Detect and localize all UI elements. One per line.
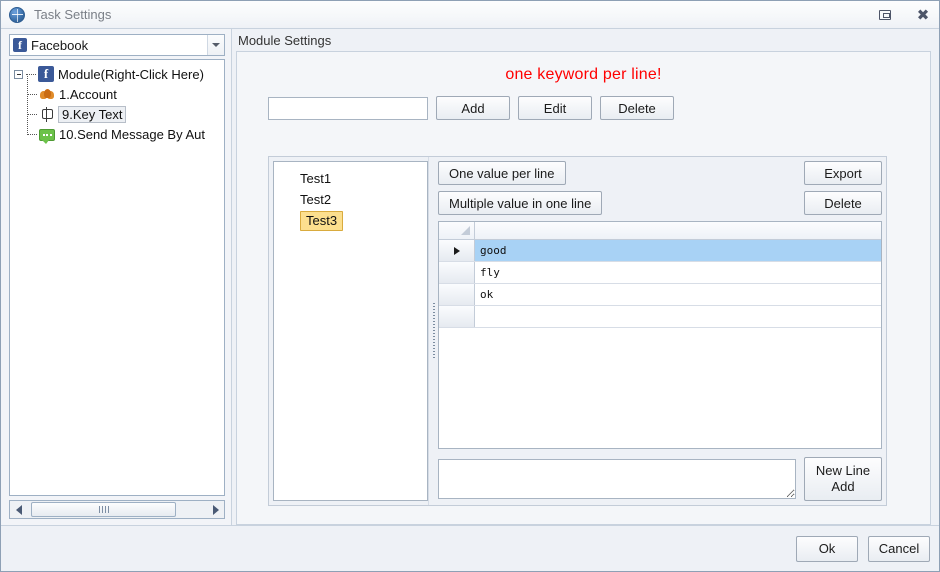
dialog-footer: Ok Cancel: [1, 525, 939, 571]
tree-node-label: 10.Send Message By Aut: [59, 126, 205, 142]
table-cell[interactable]: fly: [475, 262, 881, 283]
table-row[interactable]: good: [439, 240, 881, 262]
row-header[interactable]: [439, 240, 475, 261]
tree-node-module[interactable]: f Module(Right-Click Here): [10, 64, 224, 84]
sidebar-horizontal-scrollbar[interactable]: [9, 500, 225, 519]
keyword-toolbar: Add Edit Delete: [237, 84, 930, 120]
datagrid-header: [439, 222, 881, 240]
keyword-list[interactable]: Test1 Test2 Test3: [273, 161, 428, 501]
scrollbar-track[interactable]: [27, 501, 207, 518]
new-line-add-label-2: Add: [831, 479, 855, 494]
new-line-add-button[interactable]: New Line Add: [804, 457, 882, 501]
collapse-icon[interactable]: [14, 69, 23, 79]
tree-node-label: Module(Right-Click Here): [58, 66, 204, 82]
current-row-caret-icon: [453, 246, 460, 255]
window-body: f Facebook f Module(Right-Click Here) 1.…: [1, 29, 939, 525]
table-row-new[interactable]: [439, 306, 881, 328]
platform-combobox-value: Facebook: [31, 37, 89, 53]
people-icon: [39, 86, 55, 102]
sidebar: f Facebook f Module(Right-Click Here) 1.…: [1, 29, 232, 525]
scroll-left-icon[interactable]: [10, 501, 27, 518]
tree-node-label: 1.Account: [59, 86, 117, 102]
tree-node-label: 9.Key Text: [58, 105, 127, 123]
export-button[interactable]: Export: [804, 161, 882, 185]
row-header[interactable]: [439, 284, 475, 305]
edit-button[interactable]: Edit: [518, 96, 592, 120]
row-header[interactable]: [439, 306, 475, 327]
row-header[interactable]: [439, 262, 475, 283]
tree-node-send-message[interactable]: 10.Send Message By Aut: [10, 114, 224, 144]
keyword-hint-banner: one keyword per line!: [505, 66, 662, 83]
restore-icon[interactable]: [877, 7, 893, 23]
list-item-label: Test3: [300, 211, 344, 231]
globe-icon: [9, 6, 25, 23]
platform-combobox[interactable]: f Facebook: [9, 34, 225, 56]
list-item-label: Test1: [300, 171, 332, 186]
one-value-per-line-button[interactable]: One value per line: [438, 161, 566, 185]
new-line-textarea[interactable]: [438, 459, 796, 499]
list-item[interactable]: Test3: [274, 210, 427, 231]
facebook-icon: f: [13, 38, 27, 52]
scrollbar-thumb[interactable]: [31, 502, 176, 517]
new-line-add-label-1: New Line: [815, 463, 871, 478]
ok-button[interactable]: Ok: [796, 535, 858, 562]
facebook-icon: f: [38, 66, 54, 82]
module-settings-panel: one keyword per line! Add Edit Delete Te…: [236, 51, 931, 525]
select-all-corner-icon[interactable]: [439, 222, 475, 239]
table-row[interactable]: fly: [439, 262, 881, 284]
grid-toolbar-row-2: Multiple value in one line Delete: [438, 191, 882, 215]
module-settings-title: Module Settings: [232, 29, 939, 51]
list-item[interactable]: Test1: [274, 168, 427, 189]
message-icon: [39, 129, 55, 144]
module-tree[interactable]: f Module(Right-Click Here) 1.Account 9.K…: [9, 59, 225, 496]
cancel-button[interactable]: Cancel: [868, 535, 930, 562]
grid-toolbar-row-1: One value per line Export: [438, 161, 882, 185]
main-pane: Module Settings one keyword per line! Ad…: [232, 29, 939, 525]
window-controls: ✖: [877, 1, 931, 29]
grid-bottom-row: New Line Add: [438, 457, 882, 501]
window-title: Task Settings: [34, 7, 112, 22]
keyword-input[interactable]: [268, 96, 428, 120]
list-item-label: Test2: [300, 192, 332, 207]
datagrid-empty-area: [439, 328, 881, 448]
table-row[interactable]: ok: [439, 284, 881, 306]
value-grid-panel: One value per line Export Multiple value…: [438, 157, 886, 505]
key-text-icon: [39, 106, 55, 122]
table-cell[interactable]: ok: [475, 284, 881, 305]
value-datagrid[interactable]: good fly ok: [438, 221, 882, 449]
table-cell[interactable]: [475, 306, 881, 327]
close-icon[interactable]: ✖: [915, 7, 931, 23]
title-bar: Task Settings ✖: [1, 1, 939, 29]
multiple-value-in-one-line-button[interactable]: Multiple value in one line: [438, 191, 603, 215]
table-cell[interactable]: good: [475, 240, 881, 261]
task-settings-window: Task Settings ✖ f Facebook f Module(Righ…: [0, 0, 940, 572]
add-button[interactable]: Add: [436, 96, 510, 120]
panel-splitter[interactable]: [428, 157, 438, 505]
tree-connector: [26, 114, 39, 144]
delete-button[interactable]: Delete: [600, 96, 674, 120]
keyword-group-box: Test1 Test2 Test3 One value per line Exp…: [268, 156, 887, 506]
grid-delete-button[interactable]: Delete: [804, 191, 882, 215]
chevron-down-icon[interactable]: [207, 35, 224, 55]
datagrid-column-header[interactable]: [475, 222, 881, 239]
tree-node-key-text[interactable]: 9.Key Text: [10, 94, 224, 124]
scroll-right-icon[interactable]: [207, 501, 224, 518]
tree-node-account[interactable]: 1.Account: [10, 74, 224, 104]
splitter-grip-icon: [432, 303, 435, 359]
list-item[interactable]: Test2: [274, 189, 427, 210]
